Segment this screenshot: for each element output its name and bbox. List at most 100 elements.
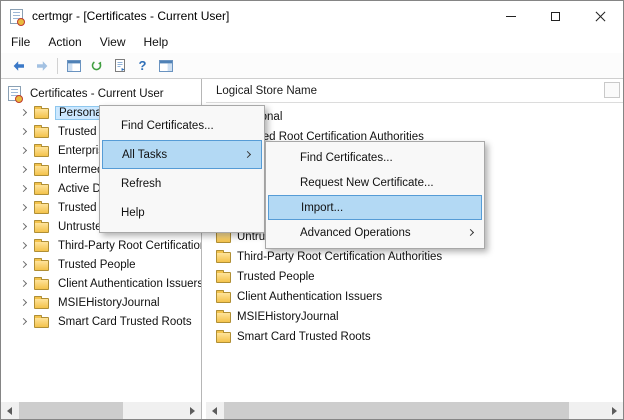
chevron-right-icon [20, 185, 27, 192]
scroll-right-icon [612, 407, 617, 415]
folder-icon [216, 332, 231, 343]
refresh-button[interactable] [85, 55, 108, 77]
menu-view[interactable]: View [91, 32, 135, 52]
scroll-left-button[interactable] [206, 402, 223, 419]
action-pane-icon [158, 58, 174, 74]
menu-item-all-tasks[interactable]: All Tasks [102, 140, 262, 169]
close-button[interactable] [578, 1, 623, 31]
tree-horizontal-scrollbar[interactable] [1, 402, 201, 419]
folder-icon [216, 252, 231, 263]
certmgr-app-icon [10, 9, 23, 24]
chevron-right-icon [20, 128, 27, 135]
tree-item-smart-card-trusted-roots[interactable]: Smart Card Trusted Roots [1, 312, 201, 331]
minimize-icon [506, 16, 516, 17]
scroll-left-icon [7, 407, 12, 415]
tree-scrollbar-thumb[interactable] [19, 402, 123, 419]
chevron-right-icon [20, 166, 27, 173]
chevron-right-icon [20, 318, 27, 325]
folder-icon [34, 241, 49, 252]
chevron-right-icon [20, 109, 27, 116]
folder-icon [34, 203, 49, 214]
maximize-icon [551, 12, 560, 21]
menu-bar: File Action View Help [1, 31, 623, 53]
toolbar: ? [1, 53, 623, 79]
menu-item-find-certificates[interactable]: Find Certificates... [100, 111, 264, 140]
toolbar-separator [57, 58, 58, 74]
close-icon [595, 11, 606, 22]
tree-item-trusted-people[interactable]: Trusted People [1, 255, 201, 274]
chevron-right-icon [20, 223, 27, 230]
list-item-smart-card-trusted-roots[interactable]: Smart Card Trusted Roots [206, 327, 623, 347]
submenu-item-advanced-operations[interactable]: Advanced Operations [266, 220, 484, 245]
console-tree-icon [66, 58, 82, 74]
minimize-button[interactable] [488, 1, 533, 31]
tree-item-client-authentication-issuers[interactable]: Client Authentication Issuers [1, 274, 201, 293]
scroll-right-button[interactable] [606, 402, 623, 419]
menu-item-refresh[interactable]: Refresh [100, 169, 264, 198]
show-console-tree-button[interactable] [62, 55, 85, 77]
certmgr-window: certmgr - [Certificates - Current User] … [0, 0, 624, 420]
show-action-pane-button[interactable] [154, 55, 177, 77]
folder-icon [34, 108, 49, 119]
folder-icon [34, 127, 49, 138]
certificates-root-icon [8, 86, 21, 101]
folder-icon [34, 184, 49, 195]
menu-action[interactable]: Action [39, 32, 90, 52]
scroll-left-icon [212, 407, 217, 415]
list-item-msiehistoryjournal[interactable]: MSIEHistoryJournal [206, 307, 623, 327]
list-item-personal[interactable]: Personal [206, 107, 623, 127]
list-header-corner [604, 82, 620, 98]
menu-help[interactable]: Help [135, 32, 178, 52]
help-button[interactable]: ? [131, 55, 154, 77]
folder-icon [34, 146, 49, 157]
list-horizontal-scrollbar[interactable] [206, 402, 623, 419]
scroll-left-button[interactable] [1, 402, 18, 419]
list-item-client-authentication-issuers[interactable]: Client Authentication Issuers [206, 287, 623, 307]
forward-button[interactable] [30, 55, 53, 77]
tree-item-third-party-root-certification-authorities[interactable]: Third-Party Root Certification Authoriti… [1, 236, 201, 255]
store-list-pane: Logical Store Name Personal Trusted Root… [206, 79, 623, 419]
folder-icon [216, 272, 231, 283]
menu-item-help[interactable]: Help [100, 198, 264, 227]
folder-icon [216, 232, 231, 243]
back-arrow-icon [11, 58, 27, 74]
tree-root-certificates-current-user[interactable]: Certificates - Current User [1, 84, 201, 103]
chevron-right-icon [20, 280, 27, 287]
list-column-header[interactable]: Logical Store Name [206, 79, 623, 103]
folder-icon [34, 222, 49, 233]
list-item-third-party-root-certification-authorities[interactable]: Third-Party Root Certification Authoriti… [206, 247, 623, 267]
title-bar[interactable]: certmgr - [Certificates - Current User] [1, 1, 623, 31]
submenu-arrow-icon [467, 228, 474, 235]
folder-icon [34, 279, 49, 290]
maximize-button[interactable] [533, 1, 578, 31]
export-list-button[interactable] [108, 55, 131, 77]
forward-arrow-icon [34, 58, 50, 74]
submenu-item-find-certificates[interactable]: Find Certificates... [266, 145, 484, 170]
chevron-right-icon [20, 299, 27, 306]
submenu-item-request-new-certificate[interactable]: Request New Certificate... [266, 170, 484, 195]
chevron-right-icon [20, 242, 27, 249]
folder-icon [216, 312, 231, 323]
window-controls [488, 1, 623, 31]
scroll-right-button[interactable] [184, 402, 201, 419]
chevron-right-icon [20, 147, 27, 154]
tree-item-msiehistoryjournal[interactable]: MSIEHistoryJournal [1, 293, 201, 312]
chevron-right-icon [20, 261, 27, 268]
folder-icon [34, 317, 49, 328]
submenu-item-import[interactable]: Import... [268, 195, 482, 220]
menu-file[interactable]: File [2, 32, 39, 52]
window-title: certmgr - [Certificates - Current User] [32, 9, 229, 23]
export-list-icon [112, 58, 128, 74]
scroll-right-icon [190, 407, 195, 415]
folder-icon [34, 298, 49, 309]
back-button[interactable] [7, 55, 30, 77]
list-scrollbar-thumb[interactable] [224, 402, 569, 419]
folder-icon [34, 260, 49, 271]
list-item-trusted-people[interactable]: Trusted People [206, 267, 623, 287]
refresh-icon [89, 58, 104, 73]
context-menu: Find Certificates... All Tasks Refresh H… [99, 105, 265, 233]
list-header-label: Logical Store Name [216, 85, 317, 97]
chevron-right-icon [20, 204, 27, 211]
submenu-arrow-icon [244, 150, 251, 157]
folder-icon [34, 165, 49, 176]
